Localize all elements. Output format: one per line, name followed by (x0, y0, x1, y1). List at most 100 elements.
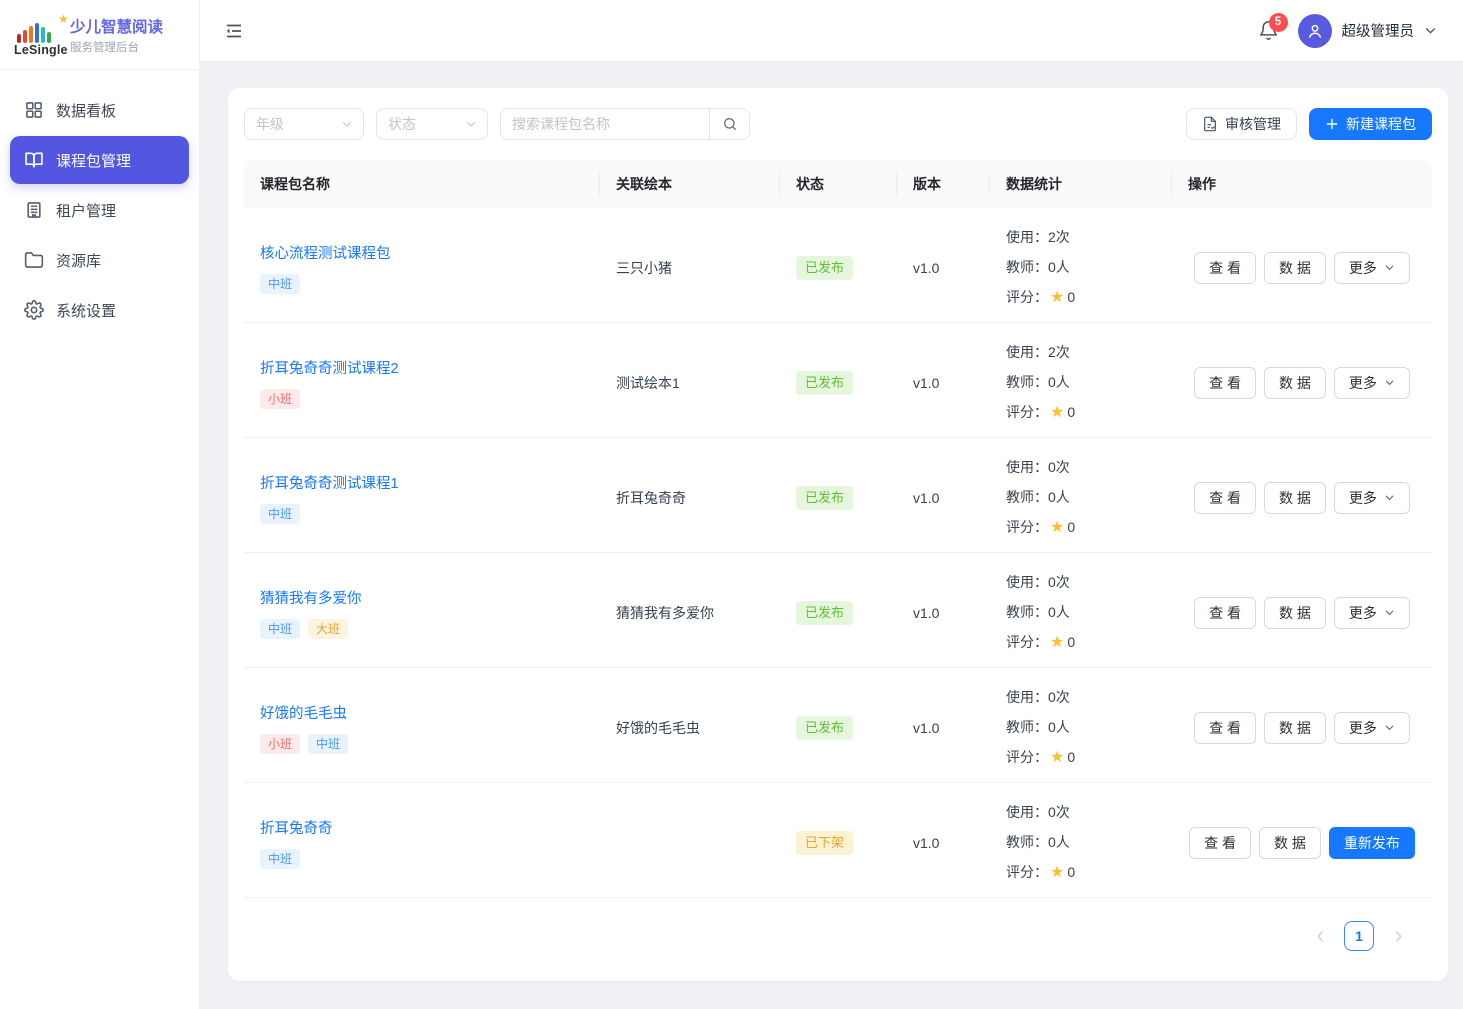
status-badge: 已发布 (796, 716, 853, 740)
grade-select[interactable]: 年级 (244, 108, 364, 140)
package-name-link[interactable]: 核心流程测试课程包 (260, 242, 391, 263)
grade-tags: 中班大班 (260, 619, 348, 639)
star-icon: ★ (1050, 404, 1064, 421)
sidebar-item-label: 课程包管理 (56, 150, 131, 171)
column-header: 关联绘本 (600, 160, 780, 208)
gear-icon (24, 300, 44, 320)
view-button[interactable]: 查 看 (1194, 367, 1256, 399)
rating-stat: 评分：★0 (1006, 512, 1075, 543)
version-cell: v1.0 (897, 783, 990, 902)
menu-fold-icon[interactable] (224, 21, 244, 41)
grade-tags: 中班 (260, 849, 300, 869)
usage-stat: 使用：0次 (1006, 452, 1070, 482)
sidebar: ★ LeSingle 少儿智慧阅读 服务管理后台 数据看板 课程包管理 租户管理… (0, 0, 200, 1009)
data-button[interactable]: 数 据 (1264, 597, 1326, 629)
column-header: 版本 (897, 160, 990, 208)
more-dropdown[interactable]: 更多 (1334, 252, 1410, 284)
version-label: v1.0 (913, 605, 939, 621)
more-dropdown[interactable]: 更多 (1334, 597, 1410, 629)
notification-bell[interactable]: 5 (1258, 20, 1280, 42)
sidebar-item-settings[interactable]: 系统设置 (10, 286, 189, 334)
status-select-placeholder: 状态 (388, 114, 416, 134)
next-page-icon[interactable] (1390, 928, 1406, 944)
grade-tags: 中班 (260, 504, 300, 524)
sidebar-item-resources[interactable]: 资源库 (10, 236, 189, 284)
grade-tag: 中班 (260, 619, 300, 639)
user-menu[interactable]: 超级管理员 (1298, 14, 1438, 48)
usage-stat: 使用：2次 (1006, 337, 1070, 367)
stats-cell: 使用：0次 教师：0人 评分：★0 (990, 553, 1172, 672)
package-name-link[interactable]: 折耳兔奇奇测试课程2 (260, 357, 399, 378)
chevron-down-icon (1384, 492, 1395, 503)
actions-cell: 查 看数 据更多 (1172, 208, 1432, 327)
sidebar-item-tenants[interactable]: 租户管理 (10, 186, 189, 234)
column-header: 操作 (1172, 160, 1432, 208)
search-input[interactable] (501, 109, 709, 139)
filter-toolbar: 年级 状态 (244, 108, 1432, 140)
search-icon (722, 116, 738, 132)
grade-tags: 中班 (260, 274, 300, 294)
data-button[interactable]: 数 据 (1264, 252, 1326, 284)
chevron-down-icon (1424, 24, 1437, 37)
data-button[interactable]: 数 据 (1259, 827, 1321, 859)
usage-stat: 使用：2次 (1006, 222, 1070, 252)
package-name-link[interactable]: 折耳兔奇奇 (260, 817, 333, 838)
view-button[interactable]: 查 看 (1194, 482, 1256, 514)
stats-cell: 使用：0次 教师：0人 评分：★0 (990, 783, 1172, 902)
package-name-cell: 核心流程测试课程包 中班 (244, 208, 600, 327)
more-dropdown[interactable]: 更多 (1334, 367, 1410, 399)
create-package-button[interactable]: 新建课程包 (1309, 108, 1432, 140)
data-button[interactable]: 数 据 (1264, 367, 1326, 399)
book-name: 测试绘本1 (616, 373, 680, 393)
search-button[interactable] (709, 109, 749, 139)
sidebar-item-dashboard[interactable]: 数据看板 (10, 86, 189, 134)
republish-button[interactable]: 重新发布 (1329, 827, 1415, 859)
package-name-link[interactable]: 猜猜我有多爱你 (260, 587, 362, 608)
grade-select-placeholder: 年级 (256, 114, 284, 134)
sidebar-item-label: 资源库 (56, 250, 101, 271)
sidebar-item-label: 租户管理 (56, 200, 116, 221)
status-badge: 已发布 (796, 601, 853, 625)
package-name-cell: 折耳兔奇奇测试课程1 中班 (244, 438, 600, 557)
book-cell: 折耳兔奇奇 (600, 438, 780, 557)
usage-stat: 使用：0次 (1006, 682, 1070, 712)
book-cell: 测试绘本1 (600, 323, 780, 442)
version-cell: v1.0 (897, 208, 990, 327)
chevron-down-icon (1384, 607, 1395, 618)
data-button[interactable]: 数 据 (1264, 712, 1326, 744)
folder-icon (24, 250, 44, 270)
version-label: v1.0 (913, 720, 939, 736)
more-dropdown[interactable]: 更多 (1334, 482, 1410, 514)
view-button[interactable]: 查 看 (1194, 712, 1256, 744)
view-button[interactable]: 查 看 (1194, 252, 1256, 284)
book-icon (24, 150, 44, 170)
sidebar-item-label: 数据看板 (56, 100, 116, 121)
version-label: v1.0 (913, 490, 939, 506)
view-button[interactable]: 查 看 (1189, 827, 1251, 859)
more-dropdown[interactable]: 更多 (1334, 712, 1410, 744)
version-label: v1.0 (913, 835, 939, 851)
data-button[interactable]: 数 据 (1264, 482, 1326, 514)
prev-page-icon[interactable] (1312, 928, 1328, 944)
version-label: v1.0 (913, 260, 939, 276)
status-cell: 已下架 (780, 783, 897, 902)
logo-wordmark: LeSingle (14, 43, 68, 57)
course-package-card: 年级 状态 (228, 88, 1448, 981)
audit-management-button[interactable]: 审核管理 (1186, 108, 1297, 140)
stats-cell: 使用：0次 教师：0人 评分：★0 (990, 668, 1172, 787)
star-icon: ★ (1050, 289, 1064, 306)
column-header: 数据统计 (990, 160, 1172, 208)
teachers-stat: 教师：0人 (1006, 367, 1070, 397)
sidebar-item-course-packages[interactable]: 课程包管理 (10, 136, 189, 184)
page-number[interactable]: 1 (1344, 921, 1374, 951)
sidebar-item-label: 系统设置 (56, 300, 116, 321)
usage-stat: 使用：0次 (1006, 567, 1070, 597)
create-button-label: 新建课程包 (1346, 114, 1416, 134)
version-cell: v1.0 (897, 438, 990, 557)
view-button[interactable]: 查 看 (1194, 597, 1256, 629)
package-name-link[interactable]: 折耳兔奇奇测试课程1 (260, 472, 399, 493)
version-label: v1.0 (913, 375, 939, 391)
status-select[interactable]: 状态 (376, 108, 488, 140)
package-name-link[interactable]: 好饿的毛毛虫 (260, 702, 347, 723)
app-title: 少儿智慧阅读 (70, 15, 163, 37)
